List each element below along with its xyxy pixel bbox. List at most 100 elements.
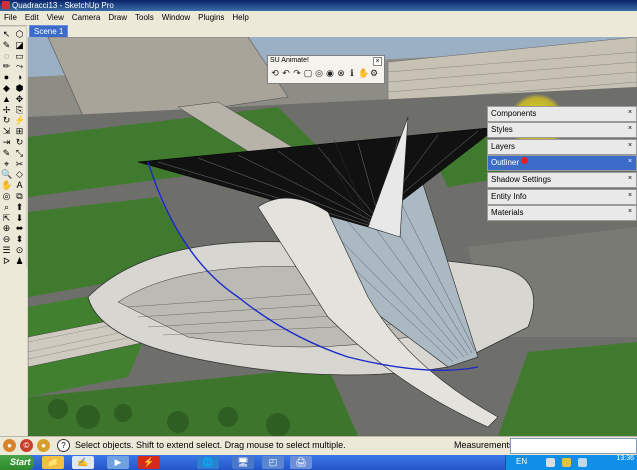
b-tool-7-icon[interactable]: ⎘ [14, 105, 25, 116]
credits-icon[interactable]: © [20, 439, 33, 452]
a-tool-2-icon[interactable]: ◌ [1, 51, 12, 62]
a-tool-8-icon[interactable]: ↻ [1, 115, 12, 126]
a-tool-4-icon[interactable]: ● [1, 72, 12, 83]
tray-outliner[interactable]: Outliner × [487, 155, 637, 171]
a-tool-18-icon[interactable]: ⊕ [1, 223, 12, 234]
measurements-field[interactable] [510, 438, 637, 454]
b-tool-10-icon[interactable]: ↻ [14, 137, 25, 148]
language-indicator[interactable]: EN [516, 457, 527, 466]
tray-label: Components [491, 109, 537, 118]
browser-icon[interactable]: 🌐 [197, 456, 219, 469]
settings-icon[interactable]: ⚙ [369, 68, 379, 79]
menu-edit[interactable]: Edit [21, 11, 43, 25]
a-tool-0-icon[interactable]: ↖ [1, 29, 12, 40]
tray-styles[interactable]: Styles × [487, 122, 637, 138]
hand-icon[interactable]: ✋ [358, 68, 369, 79]
display-icon[interactable]: 🖥 [232, 456, 254, 469]
user-icon[interactable]: ● [37, 439, 50, 452]
b-tool-9-icon[interactable]: ⊞ [14, 126, 25, 137]
target-icon[interactable]: ◎ [314, 68, 324, 79]
b-tool-0-icon[interactable]: ⬡ [14, 29, 25, 40]
a-tool-21-icon[interactable]: ᐅ [1, 256, 12, 267]
info-icon[interactable]: ℹ [347, 68, 357, 79]
a-tool-19-icon[interactable]: ⊖ [1, 234, 12, 245]
b-tool-17-icon[interactable]: ⬇ [14, 213, 25, 224]
menu-draw[interactable]: Draw [104, 11, 131, 25]
b-tool-21-icon[interactable]: ♟ [14, 256, 25, 267]
help-icon[interactable]: ? [57, 439, 70, 452]
b-tool-16-icon[interactable]: ⬆ [14, 202, 25, 213]
a-tool-17-icon[interactable]: ⇱ [1, 213, 12, 224]
menu-camera[interactable]: Camera [68, 11, 104, 25]
folder-icon[interactable]: 📁 [42, 456, 64, 469]
redo-icon[interactable]: ↷ [292, 68, 302, 79]
tray-shadow-settings[interactable]: Shadow Settings × [487, 172, 637, 188]
geo-location-icon[interactable]: ● [3, 439, 16, 452]
b-tool-6-icon[interactable]: ✥ [14, 94, 25, 105]
a-tool-3-icon[interactable]: ✏ [1, 61, 12, 72]
menu-window[interactable]: Window [158, 11, 194, 25]
tray-entity-info[interactable]: Entity Info × [487, 189, 637, 205]
clock[interactable]: 13:36 [616, 455, 634, 463]
b-tool-14-icon[interactable]: A [14, 180, 25, 191]
sketchup-taskbar-icon[interactable]: ✍ [72, 456, 94, 469]
menu-view[interactable]: View [43, 11, 68, 25]
a-tool-15-icon[interactable]: ◎ [1, 191, 12, 202]
menu-plugins[interactable]: Plugins [194, 11, 228, 25]
a-tool-20-icon[interactable]: ☰ [1, 245, 12, 256]
media-player-icon[interactable]: ▶ [107, 456, 129, 469]
close-icon[interactable]: × [373, 57, 382, 66]
a-tool-13-icon[interactable]: 🔍 [1, 169, 12, 180]
start-button[interactable]: Start [0, 455, 34, 470]
b-tool-13-icon[interactable]: ◇ [14, 169, 25, 180]
flash-icon[interactable]: ⚡ [138, 456, 160, 469]
b-tool-18-icon[interactable]: ⬌ [14, 223, 25, 234]
volume-icon[interactable] [562, 458, 571, 467]
printer-icon[interactable]: 🖨 [290, 456, 312, 469]
b-tool-5-icon[interactable]: ⬢ [14, 83, 25, 94]
b-tool-4-icon[interactable]: ◑ [14, 72, 25, 83]
su-animate-toolbar[interactable]: SU Animate! × ⟲ ↶ ↷ ▢ ◎ ◉ ⊗ ℹ ✋ ⚙ [267, 55, 385, 84]
close-icon[interactable]: × [626, 142, 634, 150]
menu-file[interactable]: File [0, 11, 21, 25]
b-tool-15-icon[interactable]: ⧉ [14, 191, 25, 202]
a-tool-9-icon[interactable]: ⇲ [1, 126, 12, 137]
a-tool-16-icon[interactable]: ⌕ [1, 202, 12, 213]
a-tool-6-icon[interactable]: ▲ [1, 94, 12, 105]
menu-bar: File Edit View Camera Draw Tools Window Plugins… [0, 11, 637, 26]
record-icon[interactable]: ◉ [325, 68, 335, 79]
b-tool-11-icon[interactable]: ⤡ [14, 148, 25, 159]
b-tool-3-icon[interactable]: ⤳ [14, 61, 25, 72]
menu-help[interactable]: Help [228, 11, 252, 25]
a-tool-5-icon[interactable]: ◆ [1, 83, 12, 94]
b-tool-12-icon[interactable]: ✂ [14, 159, 25, 170]
b-tool-8-icon[interactable]: ⚡ [14, 115, 25, 126]
b-tool-19-icon[interactable]: ⬍ [14, 234, 25, 245]
rewind-icon[interactable]: ⟲ [270, 68, 280, 79]
tray-app-icon[interactable] [578, 458, 587, 467]
b-tool-2-icon[interactable]: ▭ [14, 51, 25, 62]
network-icon[interactable] [546, 458, 555, 467]
a-tool-1-icon[interactable]: ✎ [1, 40, 12, 51]
frame-icon[interactable]: ▢ [303, 68, 313, 79]
a-tool-11-icon[interactable]: ✎ [1, 148, 12, 159]
stop-icon[interactable]: ⊗ [336, 68, 346, 79]
tray-materials[interactable]: Materials × [487, 205, 637, 221]
a-tool-7-icon[interactable]: ✢ [1, 105, 12, 116]
menu-tools[interactable]: Tools [131, 11, 158, 25]
close-icon[interactable]: × [626, 125, 634, 133]
close-icon[interactable]: × [626, 109, 634, 117]
a-tool-14-icon[interactable]: ✋ [1, 180, 12, 191]
close-icon[interactable]: × [626, 175, 634, 183]
a-tool-10-icon[interactable]: ⇥ [1, 137, 12, 148]
a-tool-12-icon[interactable]: ⌖ [1, 159, 12, 170]
window-icon[interactable]: ◰ [262, 456, 284, 469]
tray-components[interactable]: Components × [487, 106, 637, 122]
close-icon[interactable]: × [626, 158, 634, 166]
tray-layers[interactable]: Layers × [487, 139, 637, 155]
close-icon[interactable]: × [626, 208, 634, 216]
b-tool-1-icon[interactable]: ◪ [14, 40, 25, 51]
close-icon[interactable]: × [626, 192, 634, 200]
b-tool-20-icon[interactable]: ⊙ [14, 245, 25, 256]
undo-icon[interactable]: ↶ [281, 68, 291, 79]
